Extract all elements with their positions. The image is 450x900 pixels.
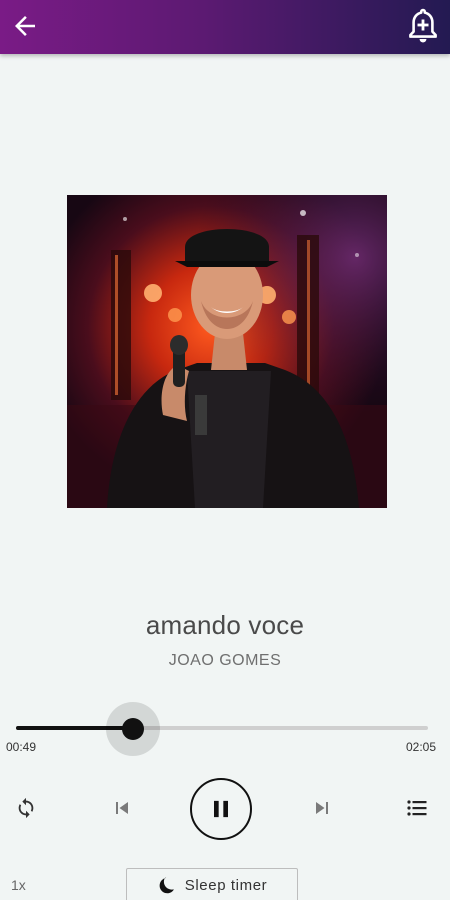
moon-icon bbox=[159, 877, 174, 894]
pause-icon bbox=[214, 800, 228, 818]
elapsed-time: 00:49 bbox=[6, 740, 37, 754]
repeat-button[interactable] bbox=[8, 790, 44, 826]
repeat-icon bbox=[18, 797, 34, 819]
playback-speed-button[interactable]: 1x bbox=[11, 877, 26, 893]
track-title: amando voce bbox=[145, 610, 305, 640]
play-pause-button[interactable] bbox=[190, 778, 252, 840]
queue-list-icon bbox=[407, 800, 427, 816]
seek-thumb[interactable] bbox=[122, 718, 144, 740]
queue-button[interactable] bbox=[399, 790, 435, 826]
album-cover bbox=[67, 195, 387, 508]
skip-previous-icon bbox=[116, 802, 128, 814]
track-artist: JOAO GOMES bbox=[168, 652, 282, 669]
album-cover-image bbox=[67, 195, 387, 508]
add-alarm-button[interactable] bbox=[402, 4, 444, 48]
arrow-left-icon bbox=[15, 16, 35, 36]
next-track-button[interactable] bbox=[304, 790, 340, 826]
sleep-timer-label: Sleep timer bbox=[184, 876, 268, 894]
top-app-bar bbox=[0, 0, 450, 54]
bell-plus-icon bbox=[409, 8, 437, 43]
sleep-timer-button[interactable]: Sleep timer bbox=[126, 868, 298, 900]
previous-track-button[interactable] bbox=[104, 790, 140, 826]
back-button[interactable] bbox=[4, 5, 46, 47]
total-duration: 02:05 bbox=[405, 740, 436, 754]
skip-next-icon bbox=[316, 802, 328, 814]
seek-slider[interactable] bbox=[16, 700, 428, 756]
